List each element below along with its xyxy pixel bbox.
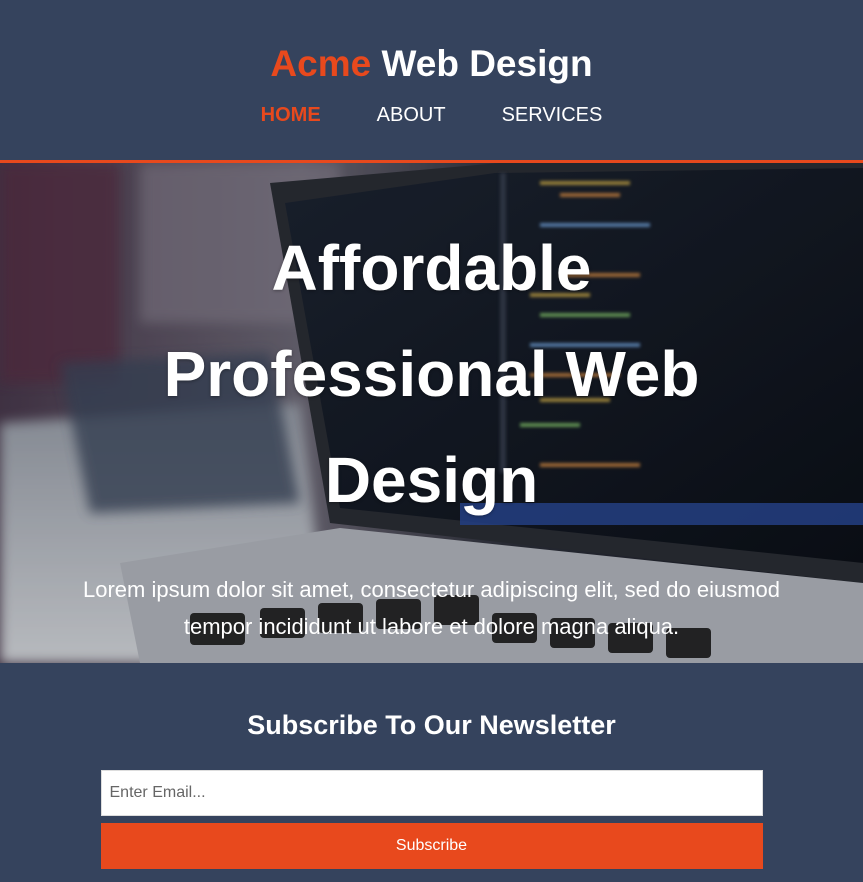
nav-services[interactable]: SERVICES	[502, 103, 603, 127]
logo-text: Web Design	[371, 43, 593, 84]
site-header: Acme Web Design HOME ABOUT SERVICES	[0, 0, 863, 160]
showcase-banner: Affordable Professional Web Design Lorem…	[0, 163, 863, 663]
subscribe-button[interactable]: Subscribe	[100, 823, 763, 869]
newsletter-form: Subscribe	[100, 770, 763, 869]
newsletter-heading: Subscribe To Our Newsletter	[247, 710, 616, 740]
newsletter-section: Subscribe To Our Newsletter Subscribe	[0, 663, 863, 882]
nav-home[interactable]: HOME	[261, 103, 321, 127]
showcase-text: Lorem ipsum dolor sit amet, consectetur …	[82, 577, 780, 639]
logo[interactable]: Acme Web Design	[0, 42, 863, 86]
main-nav: HOME ABOUT SERVICES	[0, 103, 863, 127]
showcase-content: Affordable Professional Web Design Lorem…	[0, 163, 863, 645]
logo-accent: Acme	[270, 43, 372, 84]
nav-about[interactable]: ABOUT	[377, 103, 446, 127]
showcase-heading: Affordable Professional Web Design	[163, 232, 700, 516]
email-input[interactable]	[100, 770, 763, 816]
